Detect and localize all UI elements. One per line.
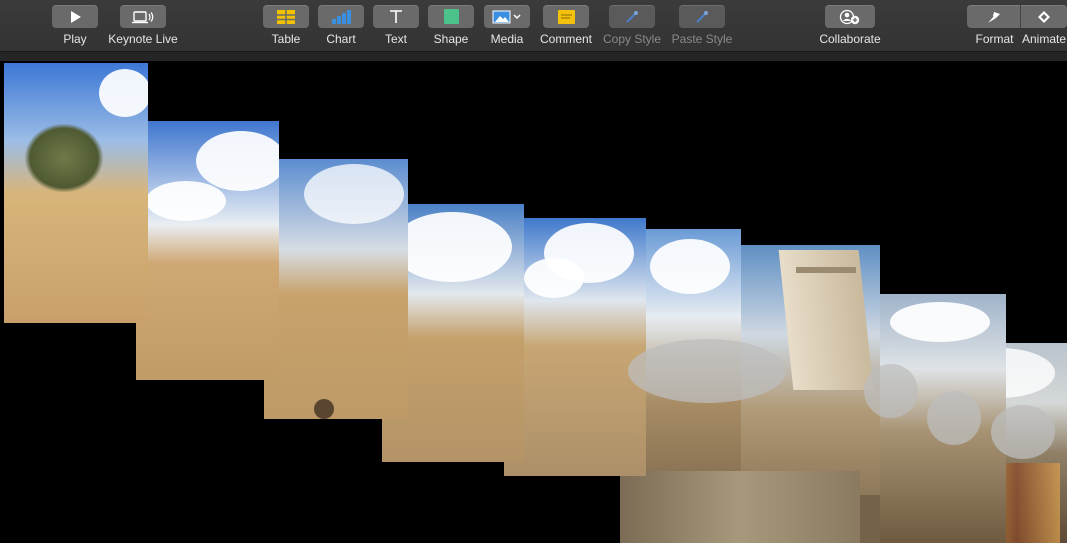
table-icon: [277, 9, 295, 24]
format-animate-segment: [967, 5, 1067, 28]
media-icon: [492, 10, 522, 24]
toolbar: Play Keynote Live Table Chart Text Shape…: [0, 0, 1067, 52]
keynote-live-label: Keynote Live: [108, 32, 178, 46]
panorama-photo-3[interactable]: [264, 159, 408, 419]
table-label: Table: [271, 32, 301, 46]
shape-label: Shape: [433, 32, 469, 46]
comment-label: Comment: [539, 32, 592, 46]
paste-style-button[interactable]: Paste Style: [667, 5, 737, 46]
paste-style-label: Paste Style: [671, 32, 733, 46]
media-label: Media: [490, 32, 524, 46]
panorama-photo-10[interactable]: [620, 471, 860, 543]
text-button[interactable]: Text: [373, 5, 419, 46]
keynote-live-icon: [132, 10, 154, 24]
animate-icon: [1036, 10, 1052, 24]
collaborate-button[interactable]: Collaborate: [815, 5, 885, 46]
shape-icon: [443, 9, 459, 24]
animate-label: Animate: [1022, 32, 1067, 46]
panorama-photo-5[interactable]: [504, 218, 646, 476]
copy-style-icon: [625, 10, 639, 24]
chart-icon: [331, 9, 351, 24]
comment-button[interactable]: Comment: [534, 5, 598, 46]
blur-ellipse-1: [628, 339, 786, 403]
blur-ellipse-3: [927, 391, 981, 445]
keynote-live-button[interactable]: Keynote Live: [103, 5, 183, 46]
toolbar-divider: [0, 52, 1067, 61]
media-button[interactable]: Media: [484, 5, 530, 46]
panorama-photo-1[interactable]: [4, 63, 148, 323]
copy-style-label: Copy Style: [602, 32, 662, 46]
shape-button[interactable]: Shape: [428, 5, 474, 46]
table-button[interactable]: Table: [263, 5, 309, 46]
play-label: Play: [63, 32, 87, 46]
copy-style-button[interactable]: Copy Style: [600, 5, 664, 46]
chart-label: Chart: [326, 32, 356, 46]
blur-ellipse-2: [864, 364, 918, 418]
paste-style-icon: [695, 10, 709, 24]
format-animate-group: Format Animate: [967, 5, 1067, 46]
panorama-photo-2[interactable]: [136, 121, 279, 380]
blur-ellipse-4: [991, 405, 1055, 459]
chart-button[interactable]: Chart: [318, 5, 364, 46]
play-icon: [68, 10, 82, 24]
format-label: Format: [975, 32, 1014, 46]
format-button[interactable]: [967, 5, 1021, 28]
comment-icon: [557, 9, 575, 24]
play-button[interactable]: Play: [52, 5, 98, 46]
format-icon: [986, 10, 1002, 24]
animate-button[interactable]: [1021, 5, 1067, 28]
text-icon: [389, 9, 403, 24]
collaborate-icon: [839, 9, 861, 25]
slide-canvas[interactable]: [0, 61, 1067, 543]
collaborate-label: Collaborate: [819, 32, 881, 46]
text-label: Text: [384, 32, 407, 46]
